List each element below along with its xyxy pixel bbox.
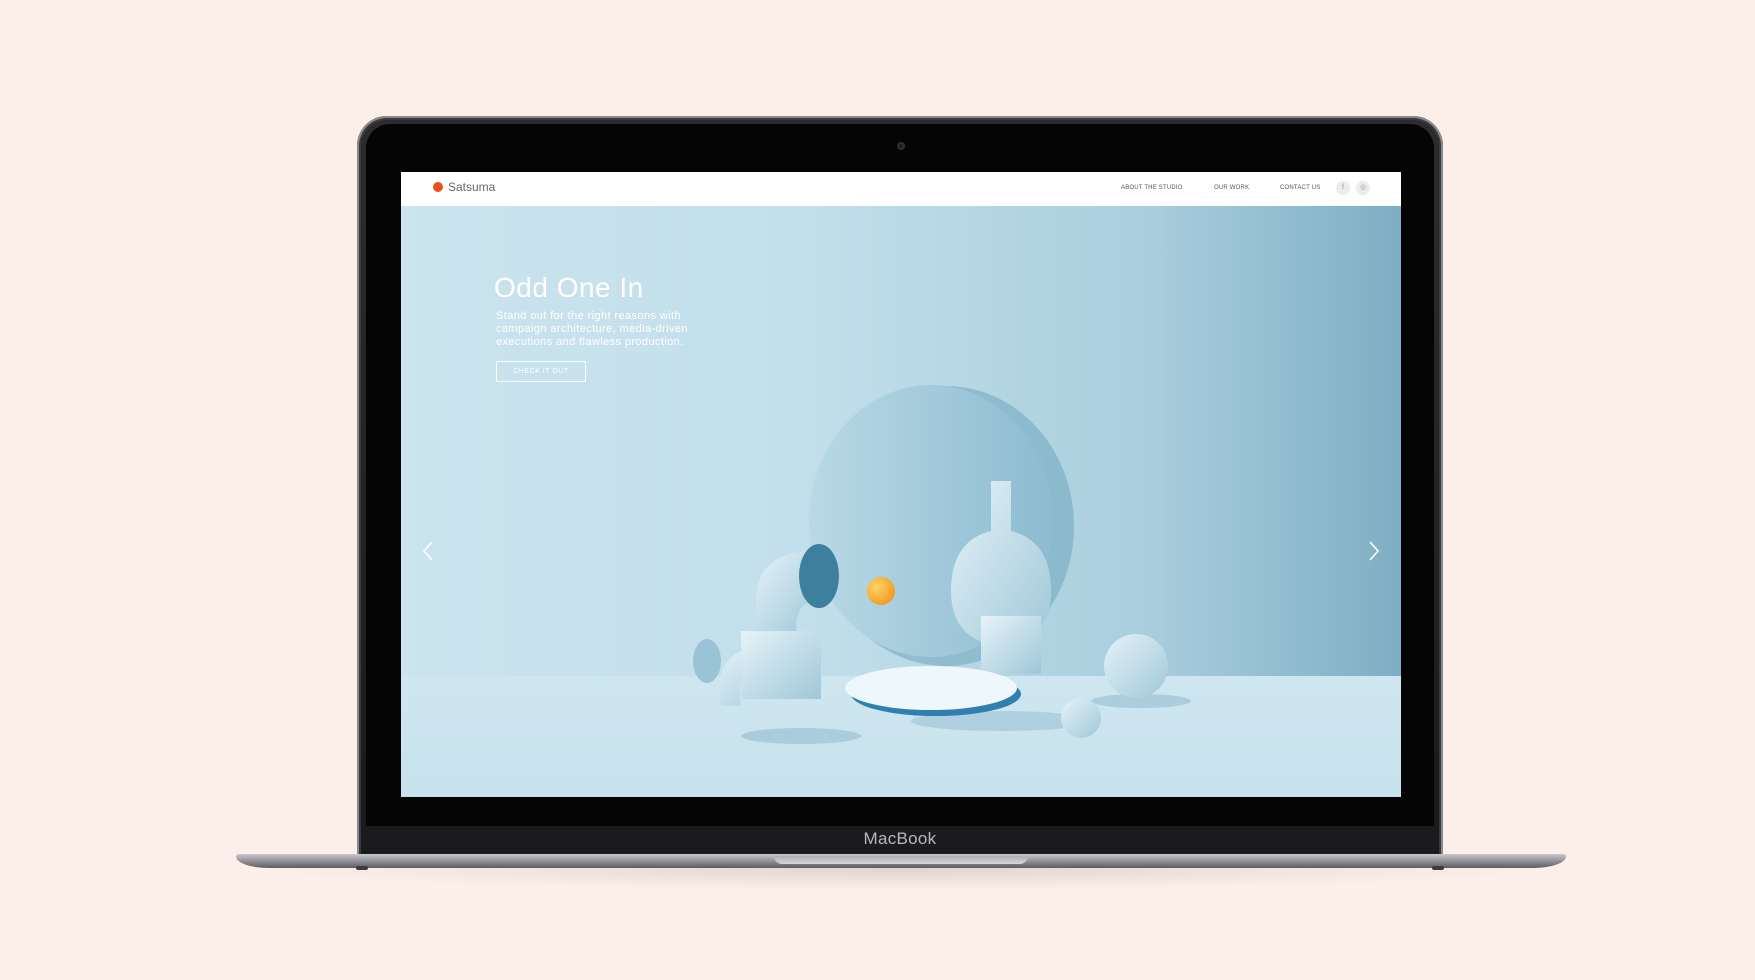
laptop-foot (1432, 866, 1444, 870)
hero-title: Odd One In (494, 272, 644, 303)
nav-contact-us[interactable]: CONTACT US (1280, 185, 1320, 191)
logo-dot-icon[interactable] (433, 182, 443, 192)
chevron-right-icon[interactable] (1363, 536, 1383, 566)
check-it-out-button[interactable]: CHECK IT OUT (496, 361, 586, 382)
site-logo[interactable]: Satsuma (448, 180, 495, 194)
hero-section: Odd One In Stand out for the right reaso… (401, 206, 1401, 797)
laptop-screen: Satsuma ABOUT THE STUDIO OUR WORK CONTAC… (401, 172, 1401, 797)
laptop-foot (356, 866, 368, 870)
camera-icon (897, 142, 905, 150)
chevron-left-icon[interactable] (419, 536, 439, 566)
nav-our-work[interactable]: OUR WORK (1214, 185, 1249, 191)
nav-about-the-studio[interactable]: ABOUT THE STUDIO (1121, 185, 1183, 191)
site-header: Satsuma ABOUT THE STUDIO OUR WORK CONTAC… (401, 172, 1401, 207)
hero-subtitle: Stand out for the right reasons with cam… (496, 310, 688, 348)
facebook-icon[interactable]: f (1336, 181, 1350, 195)
orange-ball (867, 577, 895, 605)
instagram-icon[interactable]: ◎ (1356, 181, 1370, 195)
laptop-notch (774, 856, 1028, 864)
device-brand-label: MacBook (863, 829, 937, 848)
